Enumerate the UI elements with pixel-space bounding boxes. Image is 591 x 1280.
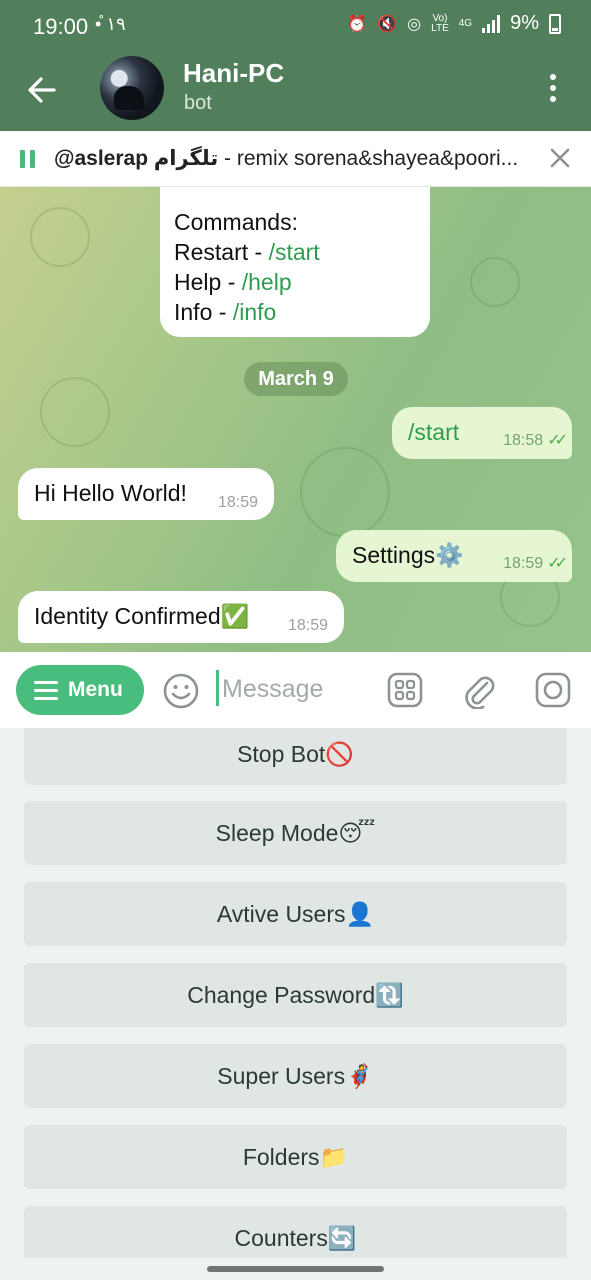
close-icon[interactable]	[549, 147, 571, 169]
music-author: @aslerap تلگرام	[54, 147, 219, 170]
battery-icon	[549, 13, 561, 34]
wallpaper-doodle	[470, 257, 520, 307]
command-line: Restart - /start	[174, 239, 320, 265]
navigation-bar	[0, 1258, 591, 1280]
wallpaper-doodle	[30, 207, 90, 267]
wallpaper-doodle	[300, 447, 390, 537]
status-time: 19:00	[33, 14, 89, 39]
text-cursor	[216, 670, 219, 706]
message-text: /start	[408, 419, 460, 445]
message-time: 18:59	[503, 555, 544, 572]
keyboard-button-stop-bot[interactable]: Stop Bot🚫	[24, 728, 567, 785]
double-check-icon: ✓✓	[547, 555, 568, 572]
keyboard-button-super-users[interactable]: Super Users🦸	[24, 1044, 567, 1108]
message-input[interactable]	[222, 671, 372, 707]
attach-icon[interactable]	[460, 671, 498, 709]
status-notification-icons: •̊ ١٩	[95, 14, 126, 34]
commands-message[interactable]: Commands: Restart - /start Help - /help …	[160, 187, 430, 337]
keyboard-button-sleep-mode[interactable]: Sleep Mode😴	[24, 801, 567, 865]
incoming-message[interactable]: Identity Confirmed✅ 18:59	[18, 591, 344, 643]
message-text: Settings⚙️	[352, 542, 464, 568]
music-player-bar[interactable]: @aslerap تلگرام - remix sorena&shayea&po…	[0, 131, 591, 187]
message-text: Identity Confirmed✅	[34, 603, 250, 629]
double-check-icon: ✓✓	[547, 432, 568, 449]
outgoing-message[interactable]: /start 18:58 ✓✓	[392, 407, 572, 459]
avatar[interactable]	[100, 56, 164, 120]
message-composer: Menu	[0, 652, 591, 728]
chat-subtitle: bot	[184, 92, 212, 114]
bot-menu-button[interactable]: Menu	[16, 665, 144, 715]
keyboard-button-counters[interactable]: Counters🔄	[24, 1206, 567, 1258]
network-4g-icon: 4G	[458, 17, 473, 29]
message-text: Hi Hello World!	[34, 480, 187, 506]
music-track: - remix sorena&shayea&poori...	[218, 147, 519, 170]
message-time: 18:58	[503, 432, 544, 449]
gesture-handle[interactable]	[207, 1266, 384, 1272]
more-options-icon[interactable]	[543, 70, 563, 106]
date-separator: March 9	[244, 362, 348, 396]
chat-header: Hani-PC bot	[0, 56, 591, 131]
music-title[interactable]: @aslerap تلگرام - remix sorena&shayea&po…	[54, 146, 534, 171]
menu-icon	[34, 680, 58, 700]
wallpaper-doodle	[40, 377, 110, 447]
alarm-icon: ⏰	[347, 15, 368, 33]
bot-keyboard: Stop Bot🚫 Sleep Mode😴 Avtive Users👤 Chan…	[0, 728, 591, 1258]
outgoing-message[interactable]: Settings⚙️ 18:59 ✓✓	[336, 530, 572, 582]
incoming-message[interactable]: Hi Hello World! 18:59	[18, 468, 274, 520]
message-time: 18:59	[217, 494, 258, 511]
status-right-icons: ⏰ 🔇 ◎ Vo) LTE 4G 9%	[347, 12, 561, 35]
pause-icon[interactable]	[20, 150, 36, 168]
command-link[interactable]: /help	[242, 269, 292, 295]
volte-icon: Vo) LTE	[431, 12, 449, 34]
menu-button-label: Menu	[68, 678, 123, 701]
command-link[interactable]: /info	[233, 299, 276, 325]
battery-percent: 9%	[510, 12, 539, 34]
signal-icon	[482, 14, 501, 33]
command-link[interactable]: /start	[269, 239, 320, 265]
command-line: Help - /help	[174, 269, 292, 295]
message-time: 18:59	[287, 617, 328, 634]
camera-icon[interactable]	[534, 671, 572, 709]
mute-icon: 🔇	[377, 15, 398, 33]
status-bar: 19:00 •̊ ١٩ ⏰ 🔇 ◎ Vo) LTE 4G 9%	[0, 0, 591, 56]
keyboard-button-change-password[interactable]: Change Password🔃	[24, 963, 567, 1027]
emoji-icon[interactable]	[162, 672, 200, 710]
command-line: Info - /info	[174, 299, 277, 325]
back-arrow-icon[interactable]	[24, 72, 60, 108]
chat-title[interactable]: Hani-PC	[183, 58, 284, 89]
sticker-grid-icon[interactable]	[386, 671, 424, 709]
commands-heading: Commands:	[174, 209, 298, 235]
chat-area[interactable]: Commands: Restart - /start Help - /help …	[0, 187, 591, 652]
keyboard-button-active-users[interactable]: Avtive Users👤	[24, 882, 567, 946]
hotspot-icon: ◎	[407, 15, 422, 33]
keyboard-button-folders[interactable]: Folders📁	[24, 1125, 567, 1189]
